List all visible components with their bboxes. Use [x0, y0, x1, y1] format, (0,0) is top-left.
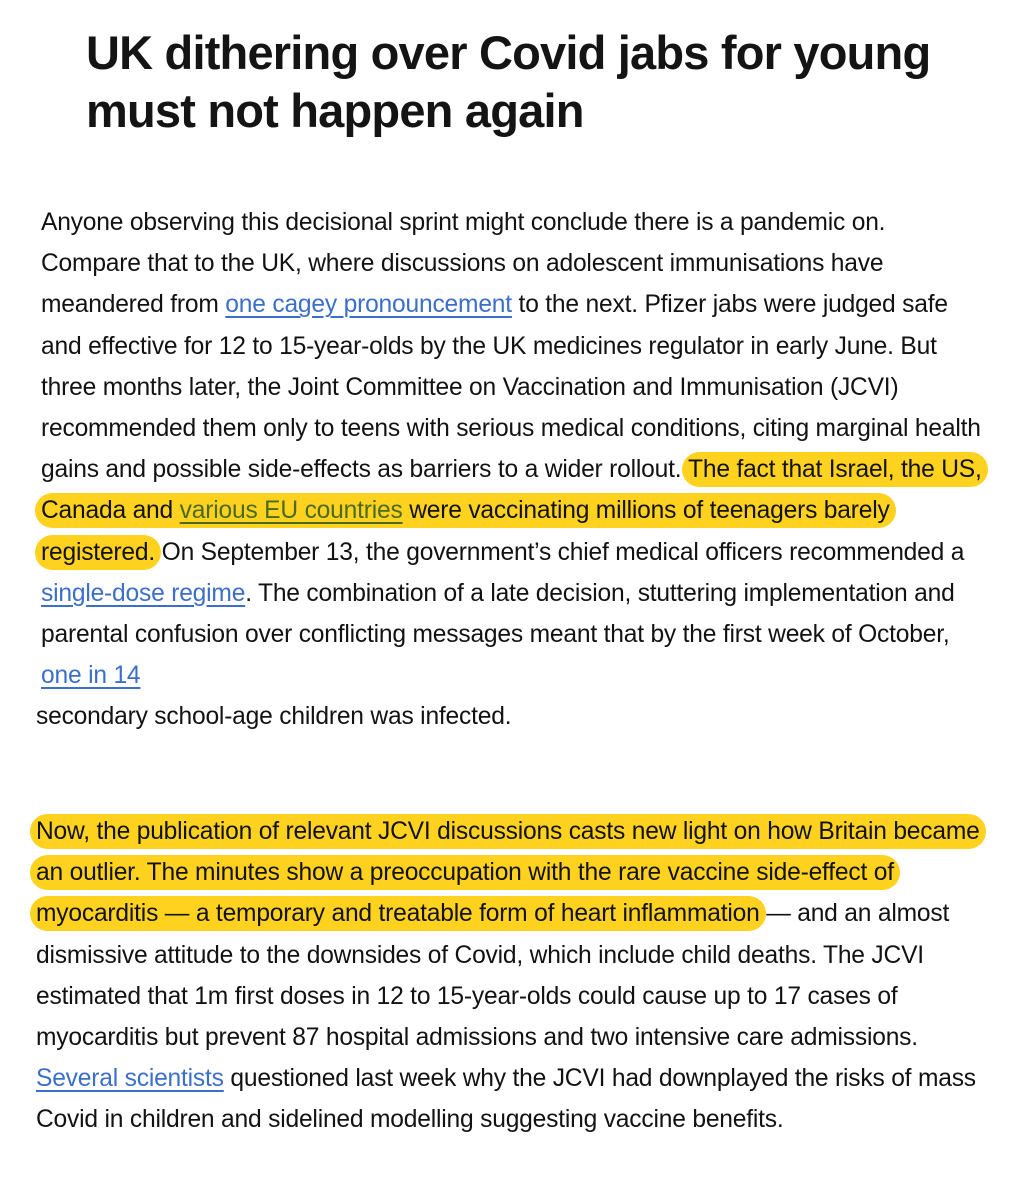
- link-several-scientists[interactable]: Several scientists: [36, 1065, 224, 1092]
- paragraph-text: secondary school-age children was infect…: [36, 703, 512, 731]
- link-one-in-14[interactable]: one in 14: [41, 662, 141, 689]
- paragraph-text: On September 13, the government’s chief …: [155, 538, 965, 566]
- link-cagey-pronouncement[interactable]: one cagey pronouncement: [225, 291, 512, 318]
- article-headline: UK dithering over Covid jabs for young m…: [86, 26, 931, 137]
- article-paragraph-1: Anyone observing this decisional sprint …: [35, 202, 988, 738]
- article-paragraph-2: Now, the publication of relevant JCVI di…: [30, 811, 986, 1141]
- link-single-dose-regime[interactable]: single-dose regime: [41, 580, 245, 607]
- link-various-eu-countries[interactable]: various EU countries: [180, 497, 403, 524]
